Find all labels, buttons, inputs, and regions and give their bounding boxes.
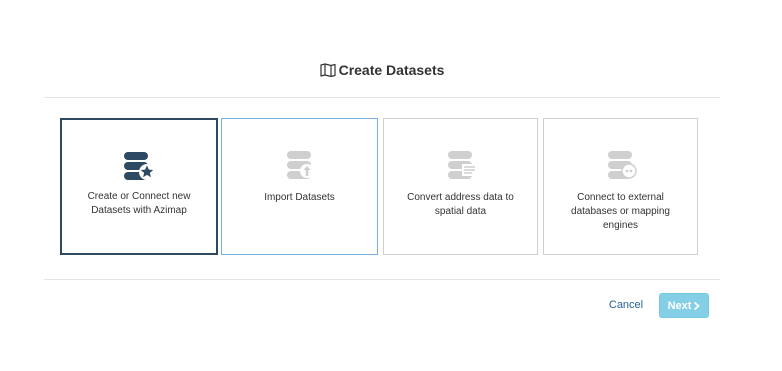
- option-connect-external[interactable]: Connect to external databases or mapping…: [543, 118, 698, 255]
- option-convert-address[interactable]: Convert address data to spatial data: [383, 118, 538, 255]
- cancel-button[interactable]: Cancel: [602, 294, 650, 316]
- dialog-title-wrap: Create Datasets: [319, 61, 445, 78]
- dialog-header: Create Datasets: [44, 56, 720, 98]
- database-connect-icon: [607, 151, 637, 179]
- option-label: Import Datasets: [264, 192, 335, 203]
- footer-divider: [44, 279, 720, 280]
- option-label: Create or Connect new Datasets with Azim…: [87, 191, 191, 216]
- next-button-label: Next: [667, 299, 692, 312]
- database-list-icon: [447, 151, 476, 179]
- dataset-options: Create or Connect new Datasets with Azim…: [60, 118, 700, 255]
- chevron-right-icon: [694, 301, 701, 310]
- option-label: Connect to external databases or mapping…: [571, 192, 670, 231]
- map-book-icon: [319, 62, 336, 77]
- next-button[interactable]: Next: [659, 293, 709, 318]
- page-title: Create Datasets: [338, 61, 445, 78]
- option-import-datasets[interactable]: Import Datasets: [221, 118, 378, 255]
- option-create-connect[interactable]: Create or Connect new Datasets with Azim…: [60, 118, 218, 255]
- database-upload-icon: [286, 151, 314, 179]
- option-label: Convert address data to spatial data: [407, 192, 514, 217]
- database-star-icon: [124, 152, 155, 180]
